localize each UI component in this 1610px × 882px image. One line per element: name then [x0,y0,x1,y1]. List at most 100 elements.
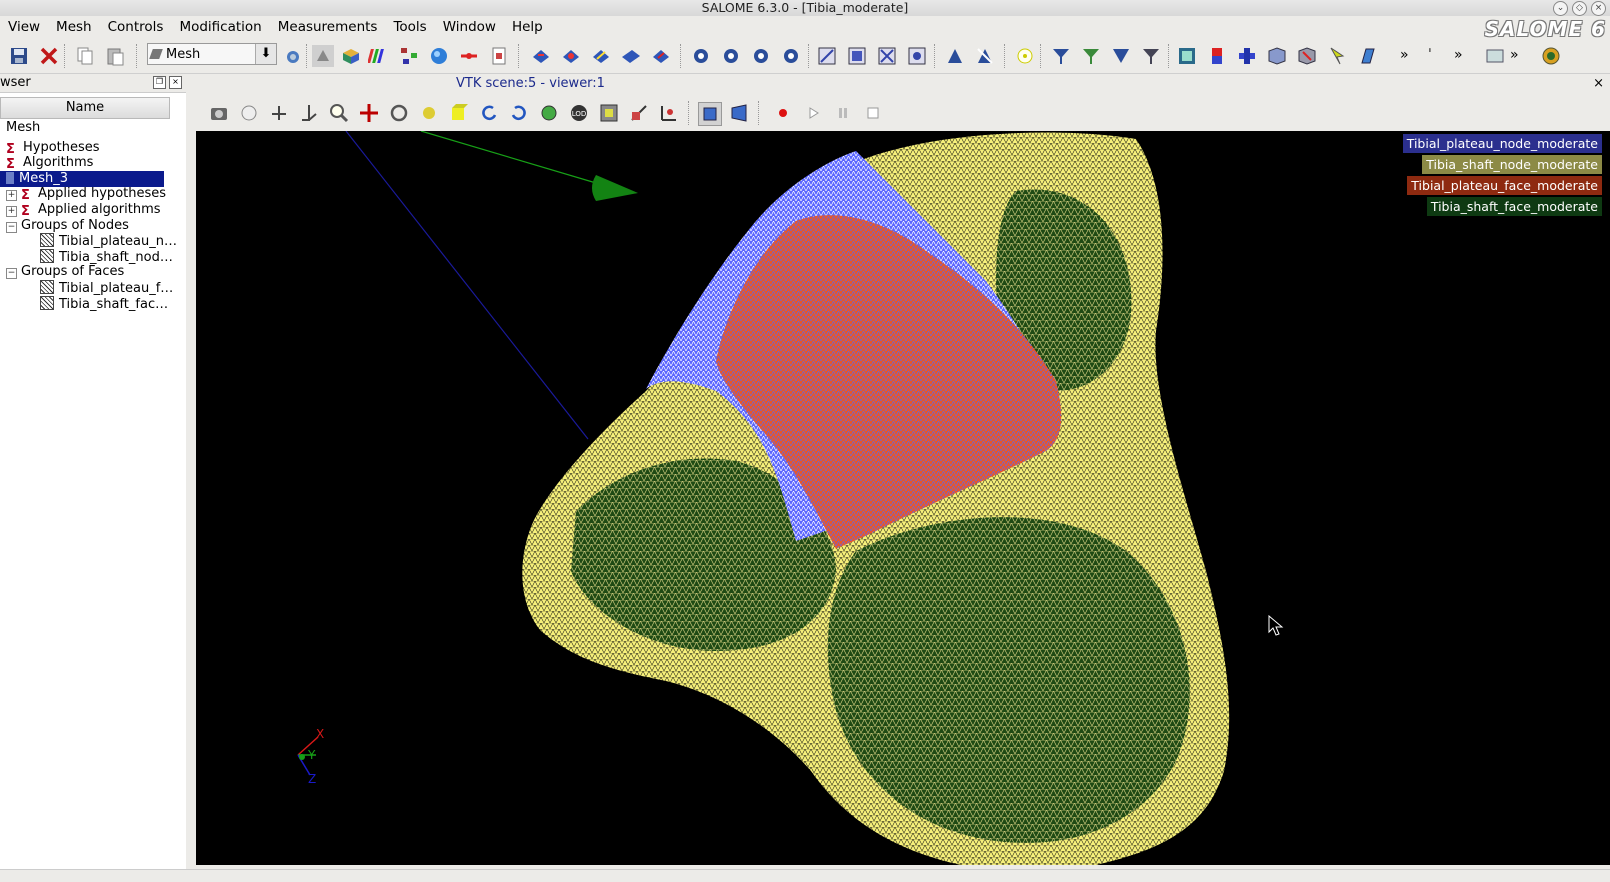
global-pan-icon[interactable] [418,102,440,124]
expand-icon[interactable]: + [6,190,17,202]
group-icon[interactable] [1176,45,1198,67]
menu-view[interactable]: View [0,16,48,38]
gear-icon[interactable] [780,45,802,67]
close-icon[interactable]: × [1593,74,1604,94]
rotate-icon[interactable] [388,102,410,124]
stop-icon[interactable] [862,102,884,124]
collapse-icon[interactable]: − [6,268,17,280]
menu-tools[interactable]: Tools [385,16,434,38]
rotate-counterclockwise-icon[interactable] [478,102,500,124]
arrow-cursor-icon[interactable] [1326,45,1348,67]
element-filter-icon[interactable] [1140,45,1162,67]
toolbar-tick-icon[interactable]: ˈ [1428,47,1432,63]
menu-window[interactable]: Window [435,16,504,38]
create-mesh-icon[interactable] [530,45,552,67]
mesh-module-button-icon[interactable] [340,45,362,67]
clipping-icon[interactable] [598,102,620,124]
record-icon[interactable] [772,102,794,124]
tree-item[interactable]: Tibial_plateau_n… [0,233,177,249]
measure-icon[interactable] [1484,45,1506,67]
interaction-style-icon[interactable] [238,102,260,124]
delete-groups-icon[interactable] [1296,45,1318,67]
tree-item[interactable]: Tibial_plateau_f… [0,280,173,296]
node-selection-icon[interactable] [1014,45,1036,67]
menu-modification[interactable]: Modification [171,16,269,38]
toolbar-overflow-icon[interactable]: » [1400,47,1409,63]
plane-icon[interactable] [1356,45,1378,67]
cut-groups-icon[interactable] [1266,45,1288,67]
tree-item[interactable]: Σ Hypotheses [0,140,100,157]
menu-controls[interactable]: Controls [100,16,172,38]
module-selector[interactable]: Mesh ⬇ [147,43,277,65]
tree-item[interactable]: Mesh_3 [0,170,164,187]
close-window-button[interactable]: × [1591,1,1606,16]
rotate-clockwise-icon[interactable] [508,102,530,124]
hide-entity-icon[interactable] [974,45,996,67]
advanced-info-icon[interactable] [876,45,898,67]
tree-item[interactable]: Tibia_shaft_nod… [0,248,173,265]
display-entity-icon[interactable] [944,45,966,67]
viewer-tab-title[interactable]: VTK scene:5 - viewer:1 [456,74,605,94]
menu-mesh[interactable]: Mesh [48,16,100,38]
standard-info-icon[interactable] [846,45,868,67]
mesh-render[interactable] [196,131,1610,865]
post-pro-module-icon[interactable] [368,45,390,67]
edit-mesh-icon[interactable] [590,45,612,67]
menu-help[interactable]: Help [504,16,551,38]
minimize-button[interactable]: ⌄ [1553,1,1568,16]
paravis-module-icon[interactable] [428,45,450,67]
float-panel-icon[interactable]: ❐ [153,76,166,89]
find-element-icon[interactable] [906,45,928,67]
tree-item[interactable]: Tibia_shaft_fac… [0,295,168,312]
compute-mesh-icon[interactable] [650,45,672,67]
gear-icon[interactable] [690,45,712,67]
tree-item[interactable]: − Groups of Faces [0,264,124,280]
maximize-button[interactable]: ◇ [1572,1,1587,16]
tree-item[interactable]: Σ Algorithms [0,155,93,172]
toolbar-overflow-icon[interactable]: » [1510,47,1519,63]
vtk-viewport[interactable]: Tibial_plateau_node_moderate Tibia_shaft… [196,131,1610,865]
play-icon[interactable] [802,102,824,124]
document-module-icon[interactable] [488,45,510,67]
intersect-groups-icon[interactable] [1236,45,1258,67]
view-cube-icon[interactable] [448,102,470,124]
paste-icon[interactable] [104,45,126,67]
gear-icon[interactable] [750,45,772,67]
pan-icon[interactable] [358,102,380,124]
edge-filter-icon[interactable] [1050,45,1072,67]
close-study-icon[interactable] [38,45,60,67]
gear-icon[interactable] [720,45,742,67]
panel-splitter[interactable] [186,74,192,869]
tree-item[interactable]: − Groups of Nodes [0,218,129,234]
reset-view-icon[interactable] [538,102,560,124]
scaling-icon[interactable] [628,102,650,124]
copy-icon[interactable] [74,45,96,67]
toolbar-overflow-icon[interactable]: » [1454,47,1463,63]
pause-icon[interactable] [832,102,854,124]
union-groups-icon[interactable] [1206,45,1228,67]
tree-item[interactable]: Mesh [0,120,40,136]
tree-item[interactable]: + Σ Applied algorithms [0,202,161,219]
expand-icon[interactable]: + [6,206,17,217]
menu-measurements[interactable]: Measurements [270,16,386,38]
yacs-module-icon[interactable] [398,45,420,67]
column-header-name[interactable]: Name [0,97,170,119]
graduated-axes-icon[interactable] [658,102,680,124]
chevron-down-icon[interactable]: ⬇ [255,44,276,64]
tree-item[interactable]: + Σ Applied hypotheses [0,186,166,203]
info-mesh-icon[interactable] [816,45,838,67]
lod-icon[interactable]: LOD [568,102,590,124]
face-filter-icon[interactable] [1080,45,1102,67]
close-icon[interactable]: × [169,76,182,89]
axes-icon[interactable] [298,102,320,124]
activate-module-icon[interactable] [282,45,304,67]
fit-all-icon[interactable] [328,102,350,124]
parallel-projection-icon[interactable] [698,102,722,126]
create-submesh-icon[interactable] [560,45,582,67]
dump-view-icon[interactable] [208,102,230,124]
show-trihedron-icon[interactable] [268,102,290,124]
hexotic-module-icon[interactable] [458,45,480,67]
geometry-module-icon[interactable] [312,45,334,67]
perspective-projection-icon[interactable] [728,102,750,124]
help-icon[interactable] [1540,45,1562,67]
